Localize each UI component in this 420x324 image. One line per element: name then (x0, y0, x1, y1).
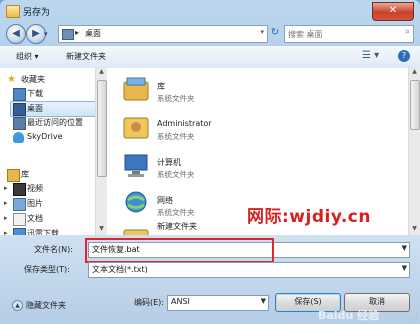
search-box[interactable]: ⌕ (284, 25, 414, 43)
file-name: Administrator (157, 119, 212, 128)
navigation-pane: ★ 收藏夹 下载 桌面 最近访问的位置 SkyDrive 库 ▸ 视频 ▸ 图片… (0, 68, 107, 241)
recent-places-icon (13, 117, 26, 130)
sidebar-item-label: 文档 (27, 214, 43, 223)
desktop-location-icon (62, 29, 74, 40)
address-path[interactable]: 桌面 (85, 28, 101, 39)
save-as-dialog: 另存为 ✕ ◀ ▶ ▾ ▸ 桌面 ▾ ↻ ⌕ 组织 ▾ 新建文件夹 ☰ ▾ ? … (0, 0, 420, 324)
list-item[interactable]: Administrator 系统文件夹 (117, 110, 387, 150)
filetype-select[interactable]: 文本文档(*.txt) ▼ (88, 262, 410, 278)
file-type: 系统文件夹 (157, 170, 195, 179)
help-icon[interactable]: ? (398, 50, 410, 62)
new-folder-button[interactable]: 新建文件夹 (66, 51, 106, 62)
refresh-icon[interactable]: ↻ (268, 25, 282, 41)
close-button[interactable]: ✕ (372, 2, 414, 21)
scroll-down-icon[interactable]: ▼ (96, 225, 107, 235)
window-title: 另存为 (23, 8, 51, 18)
sidebar-item-label: 桌面 (27, 104, 43, 113)
sidebar-item-label: 最近访问的位置 (27, 118, 83, 127)
view-options-icon[interactable]: ☰ ▾ (362, 50, 379, 61)
sidebar-item-pictures[interactable]: ▸ 图片 (0, 197, 96, 211)
video-icon (13, 183, 26, 196)
sidebar-item-download[interactable]: 下载 (0, 87, 96, 101)
star-icon: ★ (7, 74, 16, 85)
folder-icon (121, 224, 151, 235)
list-item[interactable]: 库 系统文件夹 (117, 72, 387, 112)
history-dropdown-icon[interactable]: ▾ (44, 30, 52, 38)
sidebar-item-documents[interactable]: ▸ 文档 (0, 212, 96, 226)
site-watermark: 网际:wjdiy.cn (247, 207, 371, 227)
back-button[interactable]: ◀ (6, 24, 26, 44)
title-bar: 另存为 ✕ (0, 0, 420, 22)
file-list-scrollbar[interactable]: ▲ ▼ (408, 68, 420, 235)
command-toolbar: 组织 ▾ 新建文件夹 ☰ ▾ ? (0, 46, 420, 69)
desktop-icon (13, 103, 26, 116)
file-scroll-thumb[interactable] (410, 80, 420, 130)
sidebar-group-label: 收藏夹 (21, 75, 45, 84)
save-panel: 文件名(N): ▼ 保存类型(T): 文本文档(*.txt) ▼ ▲隐藏文件夹 … (0, 235, 420, 324)
file-name: 库 (157, 82, 165, 91)
sidebar-item-label: 视频 (27, 184, 43, 193)
highlight-box (85, 238, 274, 263)
download-folder-icon (13, 88, 26, 101)
scroll-up-icon[interactable]: ▲ (409, 68, 420, 78)
document-icon (13, 213, 26, 226)
browser-area: ★ 收藏夹 下载 桌面 最近访问的位置 SkyDrive 库 ▸ 视频 ▸ 图片… (0, 68, 420, 241)
chevron-right-icon[interactable]: ▸ (75, 28, 79, 37)
notepad-icon (6, 5, 20, 18)
sidebar-group-label: 库 (21, 170, 29, 179)
sidebar-item-videos[interactable]: ▸ 视频 (0, 182, 96, 196)
chevron-down-icon[interactable]: ▼ (402, 244, 407, 252)
file-name: 计算机 (157, 158, 181, 167)
list-item[interactable]: 计算机 系统文件夹 (117, 148, 387, 188)
search-input[interactable] (285, 26, 396, 41)
file-name: 网络 (157, 196, 173, 205)
library-icon (121, 74, 151, 104)
cloud-icon (13, 132, 24, 143)
sidebar-item-label: 图片 (27, 199, 43, 208)
file-name: 新建文件夹 (157, 222, 197, 231)
collapse-icon: ▲ (12, 300, 23, 311)
sidebar-item-skydrive[interactable]: SkyDrive (0, 131, 96, 145)
encoding-label: 编码(E): (134, 298, 164, 307)
file-type: 系统文件夹 (157, 208, 195, 217)
filename-label: 文件名(N): (34, 245, 73, 254)
search-icon[interactable]: ⌕ (405, 27, 410, 37)
filetype-label: 保存类型(T): (24, 265, 70, 274)
sidebar-item-label: SkyDrive (27, 132, 63, 141)
navigation-bar: ◀ ▶ ▾ ▸ 桌面 ▾ ↻ ⌕ (0, 22, 420, 46)
network-icon (121, 188, 151, 218)
file-type: 系统文件夹 (157, 132, 195, 141)
sidebar-scroll-thumb[interactable] (97, 80, 107, 177)
baidu-watermark: Baidu 经验 (318, 309, 380, 322)
sidebar-group-libraries[interactable]: 库 (0, 168, 96, 182)
sidebar-item-recent[interactable]: 最近访问的位置 (0, 116, 96, 130)
scroll-down-icon[interactable]: ▼ (409, 225, 420, 235)
file-type: 系统文件夹 (157, 94, 195, 103)
library-icon (7, 169, 20, 182)
chevron-down-icon[interactable]: ▼ (261, 297, 266, 305)
expand-arrow-icon[interactable]: ▸ (4, 184, 8, 192)
address-bar[interactable]: ▸ 桌面 ▾ (58, 25, 268, 43)
sidebar-scrollbar[interactable]: ▲ ▼ (95, 68, 107, 235)
expand-arrow-icon[interactable]: ▸ (4, 214, 8, 222)
hide-folders-toggle[interactable]: ▲ 隐藏文件夹 (12, 300, 66, 311)
chevron-down-icon[interactable]: ▼ (402, 264, 407, 272)
picture-icon (13, 198, 26, 211)
forward-button[interactable]: ▶ (26, 24, 46, 44)
scroll-up-icon[interactable]: ▲ (96, 68, 107, 78)
address-dropdown-icon[interactable]: ▾ (260, 28, 264, 36)
organize-menu[interactable]: 组织 ▾ (16, 51, 39, 62)
filetype-value: 文本文档(*.txt) (92, 265, 148, 274)
user-folder-icon (121, 112, 151, 142)
hide-folders-label: 隐藏文件夹 (26, 301, 66, 310)
file-list: 库 系统文件夹 Administrator 系统文件夹 计算机 系统文件夹 网络… (107, 68, 407, 235)
sidebar-group-favorites[interactable]: ★ 收藏夹 (0, 73, 96, 87)
encoding-select[interactable]: ANSI ▼ (167, 295, 269, 311)
sidebar-item-desktop[interactable]: 桌面 (10, 101, 98, 117)
resize-grip-icon[interactable]: ⋰ (410, 313, 418, 322)
sidebar-item-label: 下载 (27, 89, 43, 98)
encoding-value: ANSI (171, 297, 190, 306)
expand-arrow-icon[interactable]: ▸ (4, 199, 8, 207)
computer-icon (121, 150, 151, 180)
